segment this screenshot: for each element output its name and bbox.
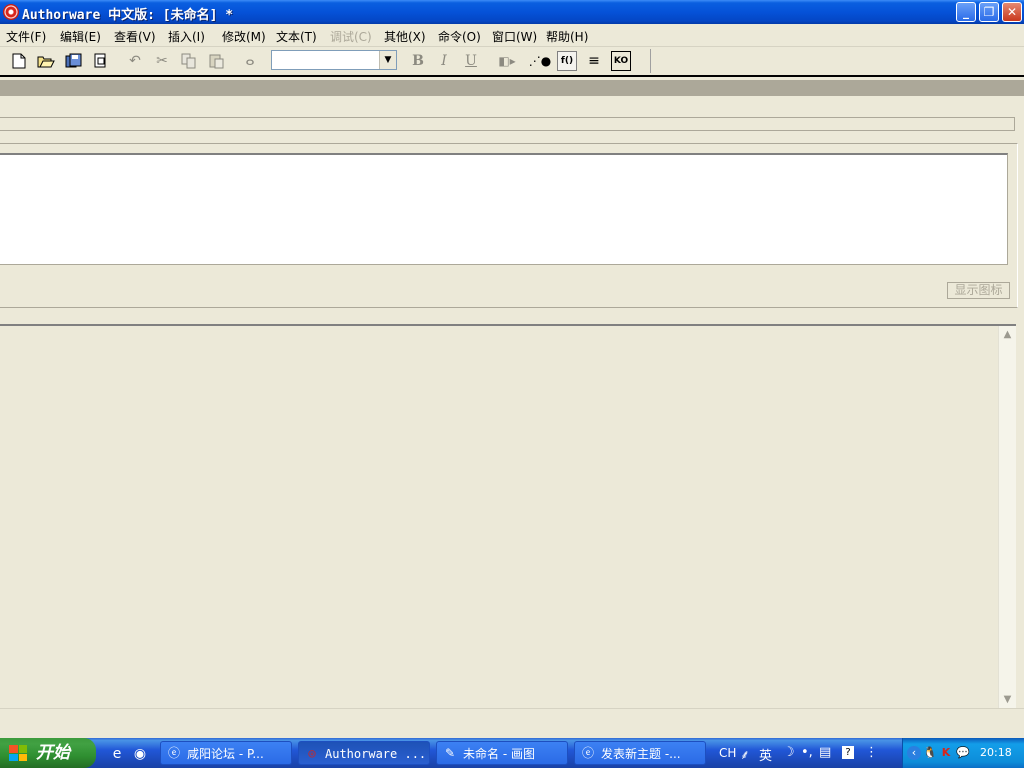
dropdown-arrow-icon[interactable]: ▼ xyxy=(379,51,396,69)
language-bar: CH ⸙ 英 ☽ •, ▤ ? ⋮ xyxy=(713,738,903,768)
restore-button[interactable]: ❐ xyxy=(979,2,999,22)
task-label: 未命名 - 画图 xyxy=(463,747,535,761)
workspace-bottom-border xyxy=(0,708,1024,709)
menu-file[interactable]: 文件(F) xyxy=(6,28,46,45)
help-icon[interactable]: ? xyxy=(842,746,854,759)
ime-logo-icon[interactable]: ⸙ xyxy=(740,745,750,763)
copy-icon[interactable] xyxy=(179,51,199,71)
design-workspace[interactable] xyxy=(0,324,1016,708)
start-button[interactable]: 开始 xyxy=(0,738,96,768)
cut-icon[interactable]: ✂ xyxy=(152,51,172,71)
authorware-icon: ◎ xyxy=(308,746,316,760)
authorware-app-icon[interactable] xyxy=(3,4,19,20)
task-paint[interactable]: ✎ 未命名 - 画图 xyxy=(436,741,568,765)
messenger-bubble-icon[interactable]: 💬 xyxy=(956,746,970,760)
menu-insert[interactable]: 插入(I) xyxy=(168,28,205,45)
task-label: 咸阳论坛 - P... xyxy=(187,747,264,761)
run-icon[interactable]: ◧▸ xyxy=(497,51,517,71)
toolbar: ↶ ✂ ⴰ ▼ B I U ◧▸ ⋰● f() ≡ KO xyxy=(0,47,1024,75)
toolbar-border xyxy=(0,75,1024,77)
functions-icon[interactable]: f() xyxy=(557,51,577,71)
task-authorware[interactable]: ◎ Authorware ... xyxy=(298,741,430,765)
import-icon[interactable] xyxy=(91,51,111,71)
variables-icon[interactable]: ≡ xyxy=(584,51,604,71)
half-width-icon[interactable]: ☽ xyxy=(783,745,795,760)
open-file-icon[interactable] xyxy=(36,51,56,71)
menu-debug[interactable]: 调试(C) xyxy=(330,28,372,45)
font-combo[interactable]: ▼ xyxy=(271,50,397,70)
new-file-icon[interactable] xyxy=(9,51,29,71)
window-title: Authorware 中文版: [未命名] * xyxy=(22,8,234,23)
ie-quicklaunch-icon[interactable]: e xyxy=(108,745,126,763)
clock[interactable]: 20:18 xyxy=(980,746,1012,759)
undo-icon[interactable]: ↶ xyxy=(125,51,145,71)
close-button[interactable]: ✕ xyxy=(1002,2,1022,22)
save-all-icon[interactable] xyxy=(64,51,84,71)
antivirus-k-icon[interactable]: K xyxy=(939,746,953,760)
menu-window[interactable]: 窗口(W) xyxy=(492,28,537,45)
menu-edit[interactable]: 编辑(E) xyxy=(60,28,101,45)
qq-penguin-icon[interactable]: 🐧 xyxy=(923,746,937,760)
soft-keyboard-icon[interactable]: ▤ xyxy=(819,745,831,760)
menu-other[interactable]: 其他(X) xyxy=(384,28,426,45)
menu-bar: 文件(F) 编辑(E) 查看(V) 插入(I) 修改(M) 文本(T) 调试(C… xyxy=(0,24,1024,47)
vertical-scrollbar[interactable]: ▲ ▼ xyxy=(998,326,1016,708)
properties-text-area[interactable] xyxy=(0,153,1008,265)
start-label: 开始 xyxy=(36,743,70,763)
paint-icon: ✎ xyxy=(444,746,456,760)
menu-modify[interactable]: 修改(M) xyxy=(222,28,266,45)
task-label: 发表新主题 -... xyxy=(601,747,681,761)
menu-view[interactable]: 查看(V) xyxy=(114,28,156,45)
bold-icon[interactable]: B xyxy=(408,51,428,71)
underline-icon[interactable]: U xyxy=(461,51,481,71)
browser-quicklaunch-icon[interactable]: ◉ xyxy=(131,745,149,763)
ime-mode[interactable]: 英 xyxy=(759,745,772,764)
paste-icon[interactable] xyxy=(206,51,226,71)
options-icon[interactable]: ⋮ xyxy=(865,745,878,760)
minimize-button[interactable]: _ xyxy=(956,2,976,22)
menu-help[interactable]: 帮助(H) xyxy=(546,28,588,45)
show-icon-button[interactable]: 显示图标 xyxy=(947,282,1010,299)
properties-panel-header[interactable] xyxy=(0,80,1024,96)
scroll-down-icon[interactable]: ▼ xyxy=(999,691,1016,708)
find-icon[interactable]: ⴰ xyxy=(240,51,260,71)
ie-icon: ⓔ xyxy=(167,746,180,760)
scroll-up-icon[interactable]: ▲ xyxy=(999,326,1016,343)
control-panel-icon[interactable]: ⋰● xyxy=(529,51,551,71)
task-new-topic[interactable]: ⓔ 发表新主题 -... xyxy=(574,741,706,765)
menu-text[interactable]: 文本(T) xyxy=(276,28,317,45)
ie-icon: ⓔ xyxy=(581,746,594,760)
punctuation-icon[interactable]: •, xyxy=(801,745,813,760)
windows-logo-icon xyxy=(9,745,27,761)
task-label: Authorware ... xyxy=(325,747,427,761)
task-xianyang-forum[interactable]: ⓔ 咸阳论坛 - P... xyxy=(160,741,292,765)
show-hidden-icons-icon[interactable]: ‹ xyxy=(907,746,921,760)
language-indicator[interactable]: CH xyxy=(719,746,736,760)
toolbar-divider xyxy=(650,49,651,73)
menu-commands[interactable]: 命令(O) xyxy=(438,28,481,45)
knowledge-objects-icon[interactable]: KO xyxy=(611,51,631,71)
italic-icon[interactable]: I xyxy=(434,51,454,71)
properties-field[interactable] xyxy=(0,117,1015,131)
